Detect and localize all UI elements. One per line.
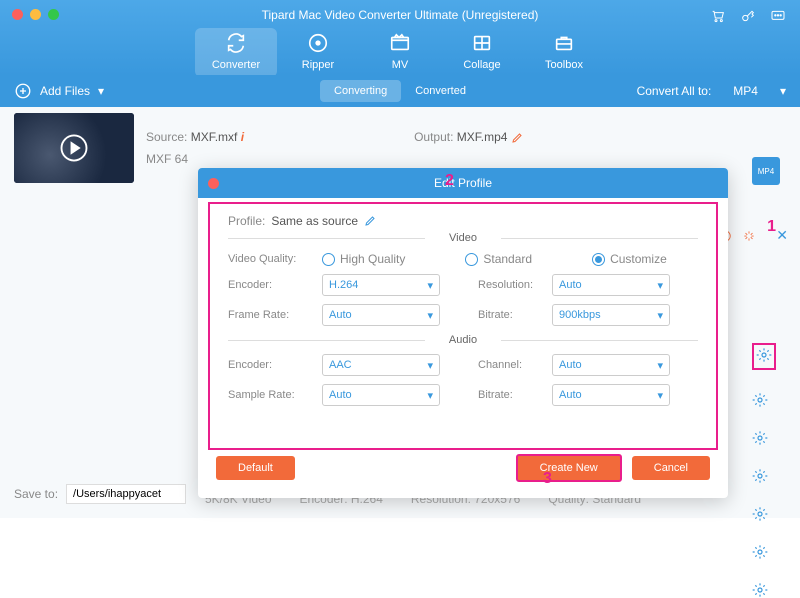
gear-icon[interactable] [752, 506, 768, 522]
video-section-header: Video [228, 232, 698, 244]
samplerate-label: Sample Rate: [228, 389, 322, 401]
quality-standard-radio[interactable]: Standard [465, 252, 532, 266]
modal-title: Edit Profile [434, 176, 492, 190]
create-new-button[interactable]: Create New [516, 454, 622, 482]
nav-converter[interactable]: Converter [195, 28, 277, 77]
maximize-icon[interactable] [48, 9, 59, 20]
channel-label: Channel: [478, 359, 552, 371]
ripper-icon [307, 32, 329, 54]
nav-toolbox[interactable]: Toolbox [523, 28, 605, 77]
video-encoder-dropdown[interactable]: H.264 [322, 274, 440, 296]
nav-label: Toolbox [523, 59, 605, 71]
conversion-tabs: Converting Converted [320, 80, 480, 102]
annotation-1: 1 [767, 218, 776, 236]
info-icon[interactable]: i [241, 130, 244, 144]
modal-header: Edit Profile [198, 168, 728, 198]
play-icon [59, 133, 89, 163]
sub-toolbar: Add Files ▾ Converting Converted Convert… [0, 75, 800, 107]
track-info: MXF 64 [146, 152, 786, 166]
close-icon[interactable] [208, 178, 219, 189]
video-encoder-label: Encoder: [228, 279, 322, 291]
edit-icon[interactable] [364, 215, 376, 227]
nav-label: Collage [441, 59, 523, 71]
plus-icon [14, 82, 32, 100]
settings-icon[interactable] [742, 229, 756, 243]
edit-icon[interactable] [511, 132, 523, 144]
modal-footer: Default Create New Cancel [198, 454, 728, 482]
video-bitrate-label: Bitrate: [478, 309, 552, 321]
collage-icon [471, 32, 493, 54]
resolution-dropdown[interactable]: Auto [552, 274, 670, 296]
quality-customize-radio[interactable]: Customize [592, 252, 667, 266]
tab-converted[interactable]: Converted [401, 80, 480, 102]
gear-icon[interactable] [752, 582, 768, 598]
nav-mv[interactable]: MV [359, 28, 441, 77]
format-badge[interactable]: MP4 [752, 157, 780, 185]
nav-label: Converter [195, 59, 277, 71]
modal-body: Profile: Same as source Video Video Qual… [208, 202, 718, 450]
key-icon[interactable] [740, 8, 756, 24]
cart-icon[interactable] [710, 8, 726, 24]
save-to-bar: Save to: [14, 484, 186, 504]
convert-all-label: Convert All to: [637, 84, 712, 98]
add-files-button[interactable]: Add Files ▾ [14, 82, 104, 100]
quality-high-radio[interactable]: High Quality [322, 252, 405, 266]
side-gear-column [752, 347, 776, 598]
channel-dropdown[interactable]: Auto [552, 354, 670, 376]
window-title: Tipard Mac Video Converter Ultimate (Unr… [0, 0, 800, 22]
top-right-icons [710, 8, 786, 24]
annotation-3: 3 [543, 470, 552, 488]
default-button[interactable]: Default [216, 456, 295, 480]
cancel-button[interactable]: Cancel [632, 456, 710, 480]
video-thumbnail[interactable] [14, 113, 134, 183]
mv-icon [389, 32, 411, 54]
gear-icon[interactable] [752, 343, 776, 370]
gear-icon[interactable] [752, 392, 768, 408]
edit-profile-modal: Edit Profile Profile: Same as source Vid… [198, 168, 728, 498]
window-controls [12, 9, 59, 20]
audio-encoder-dropdown[interactable]: AAC [322, 354, 440, 376]
audio-bitrate-label: Bitrate: [478, 389, 552, 401]
convert-all-value: MP4 [733, 84, 758, 98]
profile-row: Profile: Same as source [228, 214, 698, 228]
nav-label: Ripper [277, 59, 359, 71]
samplerate-dropdown[interactable]: Auto [322, 384, 440, 406]
framerate-dropdown[interactable]: Auto [322, 304, 440, 326]
audio-bitrate-dropdown[interactable]: Auto [552, 384, 670, 406]
chevron-down-icon: ▾ [780, 84, 786, 98]
converter-icon [225, 32, 247, 54]
convert-all-dropdown[interactable]: Convert All to: MP4 ▾ [637, 84, 786, 98]
nav-ripper[interactable]: Ripper [277, 28, 359, 77]
quality-label: Video Quality: [228, 253, 322, 265]
audio-encoder-label: Encoder: [228, 359, 322, 371]
nav-label: MV [359, 59, 441, 71]
toolbox-icon [553, 32, 575, 54]
resolution-label: Resolution: [478, 279, 552, 291]
tab-converting[interactable]: Converting [320, 80, 401, 102]
video-bitrate-dropdown[interactable]: 900kbps [552, 304, 670, 326]
close-icon[interactable] [12, 9, 23, 20]
save-path-input[interactable] [66, 484, 186, 504]
add-files-label: Add Files [40, 84, 90, 98]
minimize-icon[interactable] [30, 9, 41, 20]
main-nav: Converter Ripper MV Collage Toolbox [0, 28, 800, 77]
save-to-label: Save to: [14, 487, 58, 501]
gear-icon[interactable] [752, 468, 768, 484]
title-bar: Tipard Mac Video Converter Ultimate (Unr… [0, 0, 800, 75]
file-info: Source: MXF.mxf i Output: MXF.mp4 MXF 64 [146, 130, 786, 166]
gear-icon[interactable] [752, 544, 768, 560]
annotation-2: 2 [445, 172, 454, 190]
chevron-down-icon: ▾ [98, 84, 104, 98]
gear-icon[interactable] [752, 430, 768, 446]
audio-section-header: Audio [228, 334, 698, 346]
feedback-icon[interactable] [770, 8, 786, 24]
nav-collage[interactable]: Collage [441, 28, 523, 77]
framerate-label: Frame Rate: [228, 309, 322, 321]
close-icon[interactable]: ✕ [776, 227, 788, 244]
